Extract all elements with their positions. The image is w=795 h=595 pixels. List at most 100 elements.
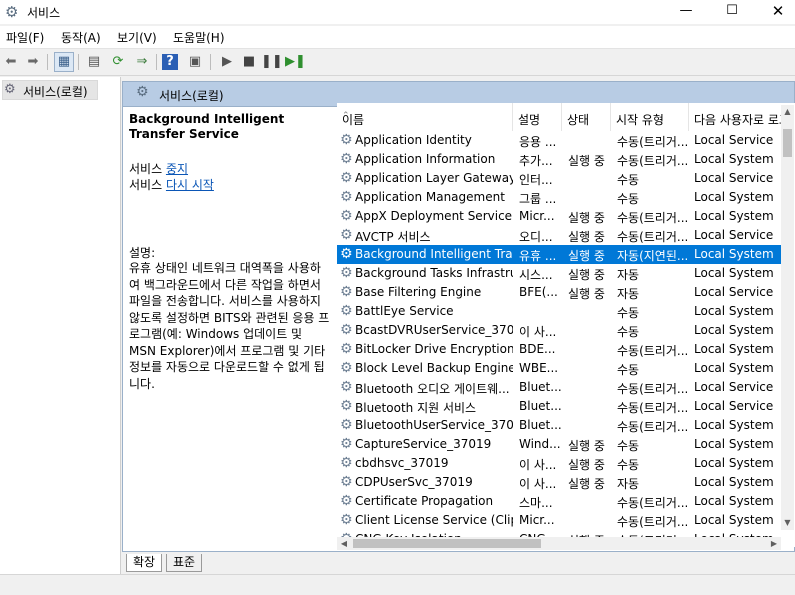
service-gear-icon: ⚙ [340, 379, 353, 395]
service-description: 스마... [519, 496, 553, 510]
service-startup-type: 수동 [617, 325, 640, 339]
horizontal-scrollbar[interactable]: ◀ ▶ [337, 537, 781, 550]
scroll-right-icon[interactable]: ▶ [767, 537, 781, 550]
service-log-on-as: Local System [694, 437, 774, 451]
menu-action[interactable]: 동작(A) [61, 29, 101, 46]
service-log-on-as: Local Service [694, 133, 774, 147]
service-gear-icon: ⚙ [340, 322, 353, 338]
resume-service-icon[interactable]: ▶❚ [285, 52, 306, 72]
column-header-description[interactable]: 설명 [513, 103, 562, 131]
service-gear-icon: ⚙ [340, 493, 353, 509]
service-log-on-as: Local Service [694, 399, 774, 413]
column-header-startup-type[interactable]: 시작 유형 [611, 103, 689, 131]
scroll-up-icon[interactable]: ▲ [781, 105, 794, 119]
export-list-icon[interactable]: ⇒ [132, 52, 152, 72]
properties-icon[interactable]: ▤ [84, 52, 104, 72]
pause-service-icon[interactable]: ❚❚ [261, 52, 283, 72]
service-log-on-as: Local Service [694, 228, 774, 242]
service-row[interactable]: ⚙ CDPUserSvc_37019 이 사... 실행 중 자동 Local Syste… [337, 473, 782, 492]
tab-extended[interactable]: 확장 [126, 554, 163, 572]
service-row[interactable]: ⚙ Base Filtering Engine BFE(... 실행 중 자동 Local… [337, 283, 782, 302]
service-row[interactable]: ⚙ Client License Service (Clip... Micr... 수… [337, 511, 782, 530]
service-startup-type: 수동 [617, 458, 640, 472]
service-description: Micr... [519, 513, 555, 527]
service-name: AppX Deployment Service ... [355, 209, 513, 223]
stop-service-icon[interactable]: ■ [239, 52, 259, 72]
service-row[interactable]: ⚙Application Layer Gateway ... 인터... 수동 Loc… [337, 169, 782, 188]
start-service-icon[interactable]: ▶ [217, 52, 237, 72]
service-row[interactable]: ⚙ cbdhsvc_37019 이 사... 실행 중 수동 Local System [337, 454, 782, 473]
restart-service-link[interactable]: 다시 시작 [166, 178, 214, 192]
column-header-log-on-as[interactable]: 다음 사용자로 로그온 [689, 103, 789, 131]
column-header-name[interactable]: ⌃ 이름 [337, 103, 513, 131]
service-row[interactable]: ⚙ BluetoothUserService_37019 Bluet... 수동(트리… [337, 416, 782, 435]
service-startup-type: 수동(트리거... [617, 344, 687, 358]
refresh-icon[interactable]: ⟳ [108, 52, 128, 72]
service-gear-icon: ⚙ [340, 132, 353, 148]
service-row[interactable]: ⚙ Background Intelligent Tra... 유휴 ... 실행 중… [337, 245, 782, 264]
menu-file[interactable]: 파일(F) [6, 29, 44, 46]
selected-service-title: Background Intelligent Transfer Service [129, 112, 285, 141]
service-row[interactable]: ⚙ BcastDVRUserService_37019 이 사... 수동 Local … [337, 321, 782, 340]
back-arrow-icon[interactable]: ⬅ [1, 52, 21, 72]
service-row[interactable]: ⚙ Application Information 추가... 실행 중 수동(트리거.… [337, 150, 782, 169]
service-description: 이 사... [519, 325, 557, 339]
toolbar-separator [47, 54, 48, 70]
service-row[interactable]: ⚙ Application Management 그룹 ... 수동 Local Sys… [337, 188, 782, 207]
maximize-button[interactable]: ☐ [709, 0, 755, 24]
service-gear-icon: ⚙ [340, 170, 353, 186]
service-row[interactable]: ⚙ Certificate Propagation 스마... 수동(트리거... Lo… [337, 492, 782, 511]
service-gear-icon: ⚙ [340, 341, 353, 357]
forward-arrow-icon[interactable]: ➡ [23, 52, 43, 72]
service-name: BluetoothUserService_37019 [355, 418, 513, 432]
menu-help[interactable]: 도움말(H) [173, 29, 225, 46]
service-description: 그룹 ... [519, 192, 557, 206]
show-action-pane-icon[interactable]: ▣ [185, 52, 205, 72]
service-name: BcastDVRUserService_37019 [355, 323, 513, 337]
menu-view[interactable]: 보기(V) [117, 29, 157, 46]
column-header-status[interactable]: 상태 [562, 103, 611, 131]
service-row[interactable]: ⚙ CaptureService_37019 Wind... 실행 중 수동 Local … [337, 435, 782, 454]
extended-description-panel: Background Intelligent Transfer Service … [123, 107, 329, 551]
vertical-scrollbar[interactable]: ▲ ▼ [781, 105, 794, 530]
service-row[interactable]: ⚙ Application Identity 응용 ... 수동(트리거... Loca… [337, 131, 782, 150]
service-name: Application Layer Gateway ... [355, 171, 513, 185]
help-icon[interactable]: ? [162, 54, 178, 70]
service-log-on-as: Local System [694, 456, 774, 470]
services-gear-icon: ⚙ [136, 84, 149, 100]
service-gear-icon: ⚙ [340, 189, 353, 205]
service-status: 실행 중 [568, 439, 605, 453]
service-description: 시스... [519, 268, 553, 282]
tree-node-services-local[interactable]: ⚙ 서비스(로컬) [2, 80, 98, 100]
scroll-down-icon[interactable]: ▼ [781, 516, 794, 530]
service-row[interactable]: ⚙Block Level Backup Engine ... WBE... 수동 Lo… [337, 359, 782, 378]
vertical-scroll-thumb[interactable] [783, 129, 792, 157]
service-row[interactable]: ⚙ BitLocker Drive Encryption ... BDE... 수동(… [337, 340, 782, 359]
service-status: 실행 중 [568, 287, 605, 301]
service-gear-icon: ⚙ [340, 284, 353, 300]
column-status-label: 상태 [567, 113, 590, 127]
show-hide-console-tree-icon[interactable]: ▦ [54, 52, 74, 72]
close-button[interactable]: ✕ [755, 0, 795, 24]
service-row[interactable]: ⚙ AppX Deployment Service ... Micr... 실행 중 수… [337, 207, 782, 226]
service-row[interactable]: ⚙ BattlEye Service 수동 Local System [337, 302, 782, 321]
service-log-on-as: Local Service [694, 380, 774, 394]
scroll-left-icon[interactable]: ◀ [337, 537, 351, 550]
service-startup-type: 수동 [617, 173, 640, 187]
stop-service-link[interactable]: 중지 [166, 162, 188, 176]
service-name: BitLocker Drive Encryption ... [355, 342, 513, 356]
service-name: Background Intelligent Tra... [355, 247, 513, 261]
service-row[interactable]: ⚙ Background Tasks Infrastru... 시스... 실행 중 자… [337, 264, 782, 283]
service-status: 실행 중 [568, 268, 605, 282]
tab-standard[interactable]: 표준 [166, 554, 203, 572]
service-row[interactable]: ⚙ Bluetooth 지원 서비스 Bluet... 수동(트리거... Local … [337, 397, 782, 416]
services-pane: ⚙ 서비스(로컬) Background Intelligent Transfe… [122, 81, 795, 552]
minimize-button[interactable]: — [663, 0, 709, 24]
service-row[interactable]: ⚙ AVCTP 서비스 오디... 실행 중 수동(트리거... Local Servic… [337, 226, 782, 245]
service-gear-icon: ⚙ [340, 208, 353, 224]
tree-node-label: 서비스(로컬) [23, 85, 88, 99]
horizontal-scroll-thumb[interactable] [353, 539, 541, 548]
service-row[interactable]: ⚙ Bluetooth 오디오 게이트웨... Bluet... 수동(트리거... L… [337, 378, 782, 397]
description-label: 설명: [129, 246, 156, 260]
service-log-on-as: Local System [694, 152, 774, 166]
